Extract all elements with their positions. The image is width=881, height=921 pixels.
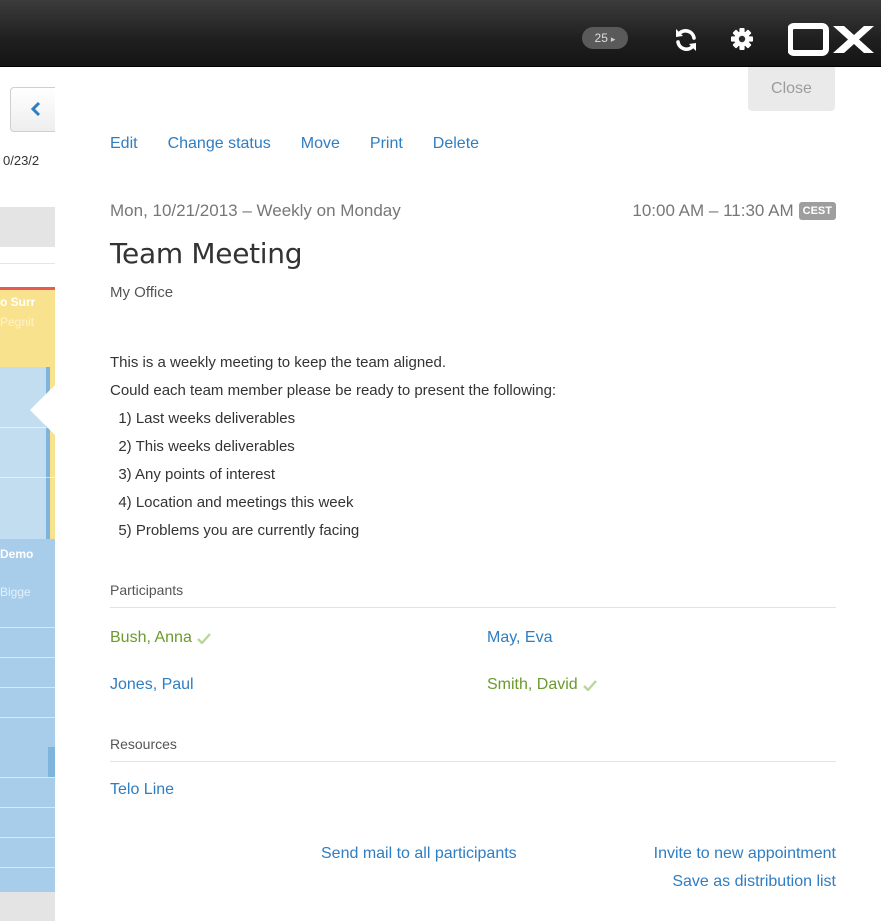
appointment-location: Pegnit [0,315,35,329]
grid-line [0,657,55,658]
grid-line [0,867,55,868]
description-line: 4) Location and meetings this week [110,494,354,511]
appointment-description: This is a weekly meeting to keep the tea… [110,349,556,545]
resource-telo-line[interactable]: Telo Line [110,781,174,799]
close-button[interactable]: Close [748,67,835,111]
grid-line [0,807,55,808]
description-line: 5) Problems you are currently facing [110,522,360,539]
appointment-title: Team Meeting [110,237,303,270]
day-footer-band [0,892,55,921]
divider [0,263,55,264]
grid-line [0,777,55,778]
appointment-title: Demo [0,547,34,561]
grid-line [0,627,55,628]
appointment-accent [0,287,55,290]
participant-name: Bush, Anna [110,629,192,646]
delete-link[interactable]: Delete [433,135,479,153]
move-link[interactable]: Move [301,135,340,153]
participant-may-eva[interactable]: May, Eva [487,629,553,647]
chevron-left-icon [31,102,41,116]
participant-smith-david[interactable]: Smith, David [487,676,597,694]
time-range: 10:00 AM – 11:30 AM [632,201,794,220]
description-line: 3) Any points of interest [110,466,276,483]
timezone-badge[interactable]: CEST [798,202,836,220]
notification-count: 25 [594,31,608,45]
week-date-label: 0/23/2 [3,153,40,168]
appointment-location: My Office [110,284,174,301]
action-toolbar: Edit Change status Move Print Delete [110,135,509,153]
top-bar: 25 ▸ [0,0,881,67]
grid-line [0,477,55,478]
participants-heading: Participants [110,582,836,608]
description-line: 1) Last weeks deliverables [110,410,296,427]
gear-icon[interactable] [730,27,754,51]
participant-bush-anna[interactable]: Bush, Anna [110,629,211,647]
participant-name: Smith, David [487,676,578,693]
appointment-location: Bigge [0,585,31,599]
popup-pointer [30,383,57,437]
appointment-date-recurrence: Mon, 10/21/2013 – Weekly on Monday [110,201,401,220]
check-icon [196,632,211,644]
description-line: This is a weekly meeting to keep the tea… [110,354,447,371]
grid-line [0,717,55,718]
invite-to-appointment-link[interactable]: Invite to new appointment [654,845,836,863]
grid-line [0,837,55,838]
appointment-detail-popup: Close Edit Change status Move Print Dele… [55,67,881,921]
refresh-icon[interactable] [673,27,699,53]
save-distribution-list-link[interactable]: Save as distribution list [672,873,836,891]
notification-badge[interactable]: 25 ▸ [582,27,628,49]
appointment-edge [48,747,55,777]
day-header-band [0,207,55,247]
description-line: Could each team member please be ready t… [110,382,557,399]
participant-jones-paul[interactable]: Jones, Paul [110,676,194,694]
resources-heading: Resources [110,736,836,762]
send-mail-link[interactable]: Send mail to all participants [321,845,517,863]
description-line: 2) This weeks deliverables [110,438,295,455]
participant-name: May, Eva [487,629,553,646]
appointment-title: o Surr [0,295,36,309]
participant-name: Jones, Paul [110,676,194,693]
grid-line [0,687,55,688]
appointment-time: 10:00 AM – 11:30 AM CEST [632,201,836,221]
check-icon [582,679,597,691]
back-button[interactable] [10,87,55,132]
edit-link[interactable]: Edit [110,135,138,153]
change-status-link[interactable]: Change status [168,135,271,153]
print-link[interactable]: Print [370,135,403,153]
ox-logo [788,23,874,56]
calendar-week-view: 0/23/2 o Surr Pegnit Demo Bigge [0,67,55,921]
caret-right-icon: ▸ [610,34,616,44]
